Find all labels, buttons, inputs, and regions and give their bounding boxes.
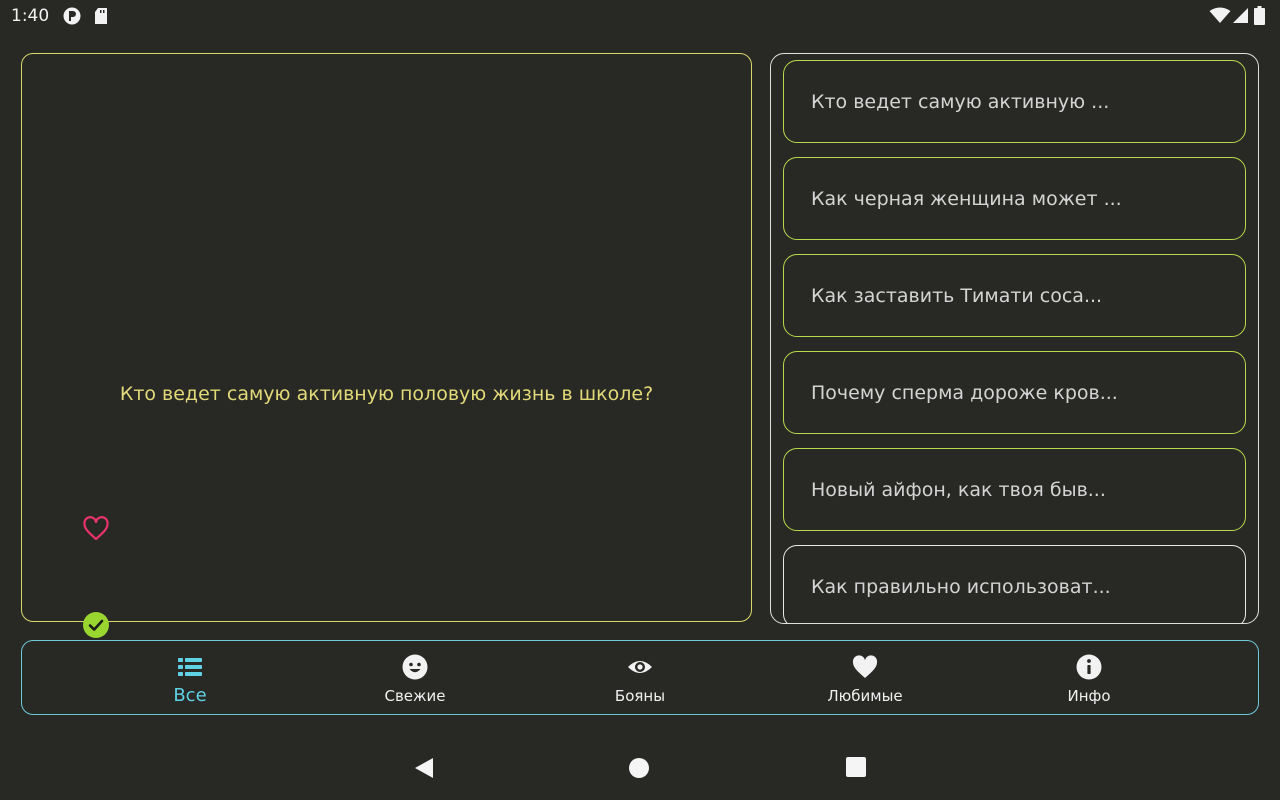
list-item-label: Кто ведет самую активную ... [811, 91, 1110, 113]
done-button[interactable] [82, 611, 110, 639]
recents-icon[interactable] [846, 757, 866, 777]
list-item[interactable]: Как заставить Тимати соса... [783, 254, 1246, 337]
nav-label: Любимые [827, 687, 903, 705]
status-time: 1:40 [11, 6, 50, 26]
list-icon [178, 658, 202, 676]
heart-outline-icon [83, 516, 109, 541]
favorite-button[interactable] [82, 515, 110, 543]
question-list[interactable]: Кто ведет самую активную ... Как черная … [770, 53, 1259, 624]
heart-icon [852, 655, 878, 678]
nav-label: Бояны [614, 687, 666, 705]
battery-icon [1254, 6, 1265, 25]
home-icon[interactable] [628, 757, 650, 779]
sd-card-icon [95, 8, 107, 24]
question-card: Кто ведет самую активную половую жизнь в… [21, 53, 752, 638]
list-item[interactable]: Как правильно использоват... [783, 545, 1246, 623]
list-item-label: Новый айфон, как твоя быв... [811, 479, 1106, 501]
list-item[interactable]: Почему сперма дороже кров... [783, 351, 1246, 434]
list-item-label: Почему сперма дороже кров... [811, 382, 1118, 404]
signal-icon [1233, 8, 1248, 23]
list-item[interactable]: Как черная женщина может ... [783, 157, 1246, 240]
nav-item-old[interactable]: Бояны [580, 641, 700, 714]
list-item[interactable]: Новый айфон, как твоя быв... [783, 448, 1246, 531]
system-nav-bar [0, 735, 1280, 800]
bottom-nav: Все Свежие Бояны Любимые Инфо [21, 640, 1259, 715]
nav-label: Свежие [384, 687, 446, 705]
list-item-label: Как правильно использоват... [811, 576, 1111, 598]
status-bar: 1:40 [0, 0, 1280, 32]
eye-icon [628, 661, 652, 673]
list-item-label: Как черная женщина может ... [811, 188, 1122, 210]
info-icon [1076, 654, 1102, 680]
nav-item-info[interactable]: Инфо [1029, 641, 1149, 714]
nav-item-fresh[interactable]: Свежие [355, 641, 475, 714]
nav-label: Инфо [1067, 687, 1111, 705]
nav-item-favorites[interactable]: Любимые [805, 641, 925, 714]
list-item-label: Как заставить Тимати соса... [811, 285, 1103, 307]
nav-label: Все [173, 685, 207, 706]
nav-item-all[interactable]: Все [130, 641, 250, 714]
wifi-icon [1209, 7, 1231, 23]
smiley-icon [402, 654, 428, 680]
question-text: Кто ведет самую активную половую жизнь в… [119, 383, 654, 405]
list-item[interactable]: Кто ведет самую активную ... [783, 60, 1246, 143]
check-circle-icon [83, 612, 109, 638]
app-icon [63, 7, 81, 25]
back-icon[interactable] [413, 757, 435, 779]
